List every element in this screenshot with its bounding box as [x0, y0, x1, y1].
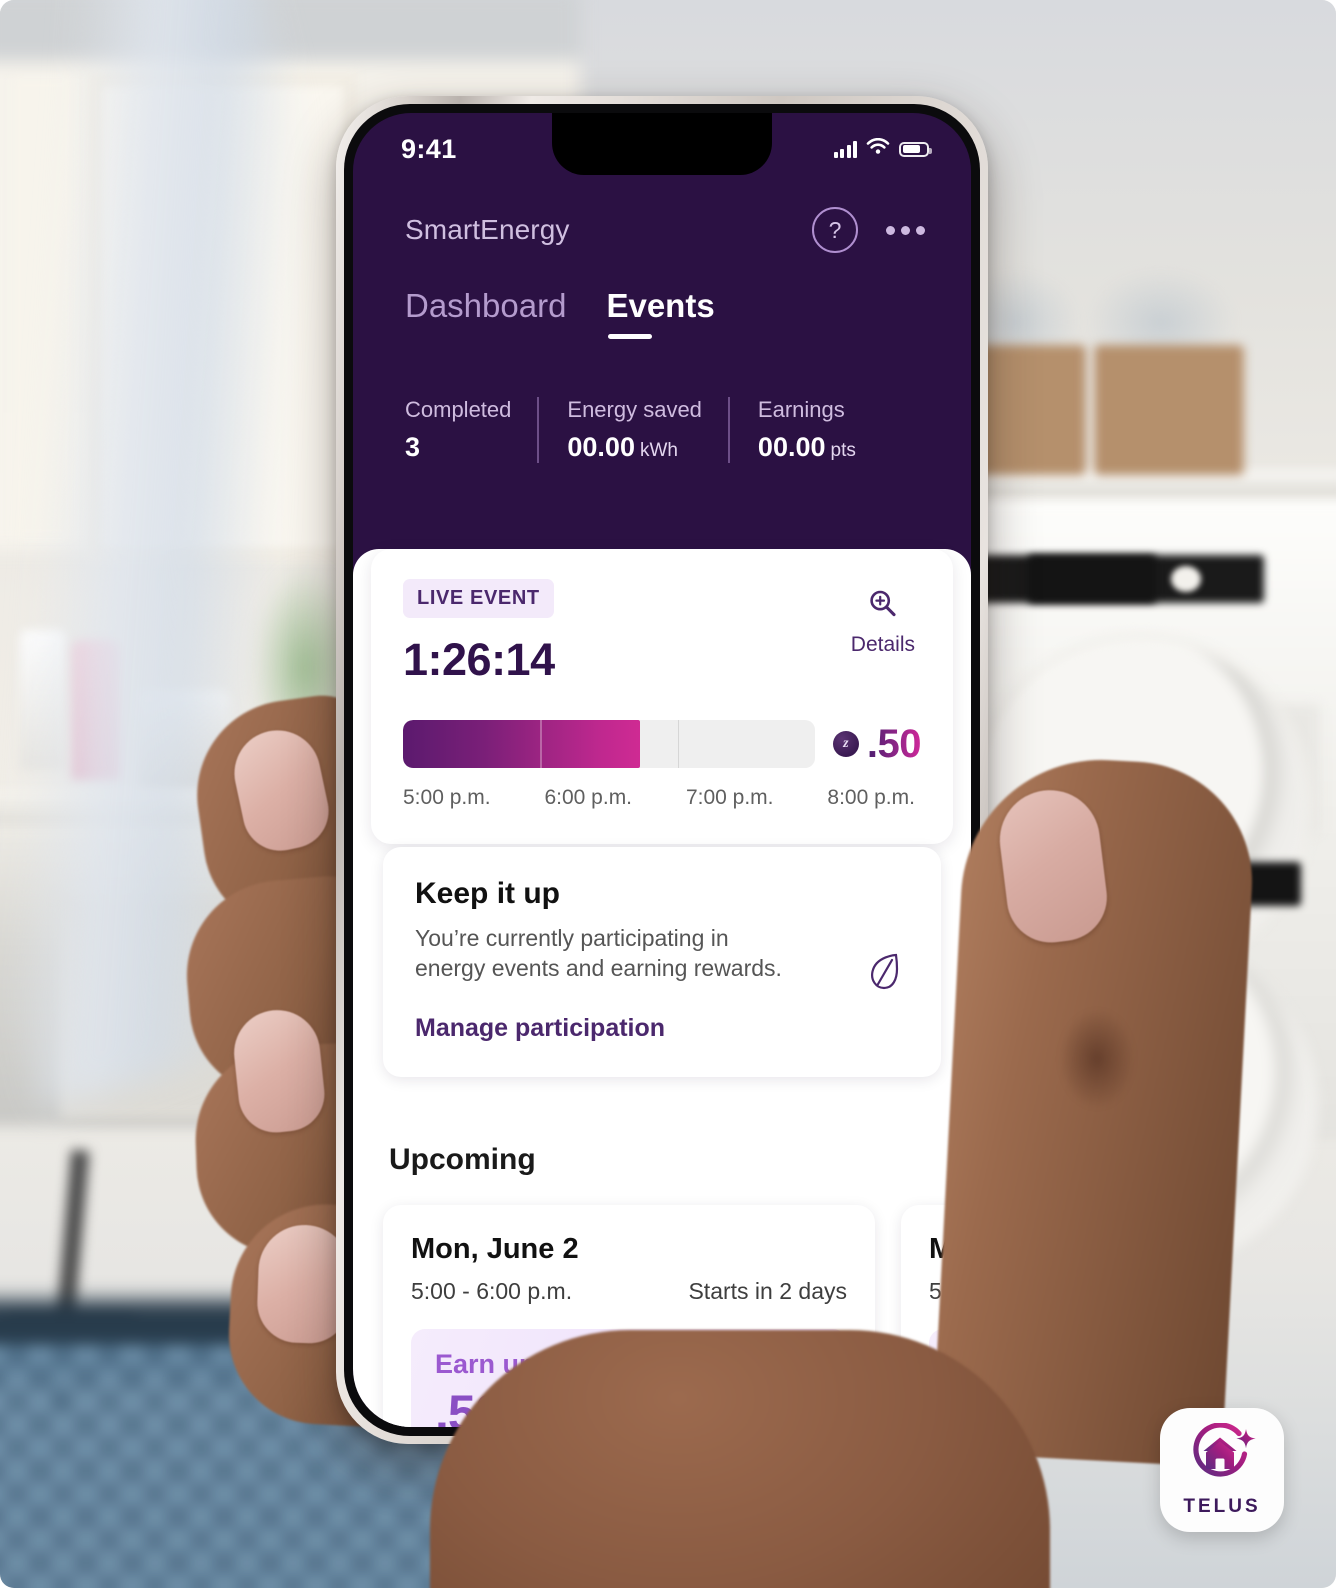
telus-smart-home-icon [1184, 1421, 1260, 1492]
event-progress-row: z .50 [403, 720, 922, 768]
stat-energy-saved-unit: kWh [639, 440, 678, 461]
manage-participation-link[interactable]: Manage participation [415, 1014, 795, 1043]
stat-completed-value: 3 [405, 432, 421, 462]
upcoming-heading: Upcoming [389, 1143, 536, 1176]
event-progress-bar[interactable] [403, 720, 815, 768]
stat-earnings-unit: pts [830, 440, 856, 461]
cellular-bars-icon [833, 140, 857, 158]
upcoming-event-starts-in: Starts in 2 days [688, 1278, 847, 1304]
earn-value: .50 [435, 1385, 503, 1427]
stat-completed-label: Completed [405, 397, 512, 422]
smartphone-device: 9:41 SmartEnergy ? Dashboard Events Comp… [336, 96, 988, 1444]
telus-wordmark: TELUS [1183, 1495, 1261, 1517]
arrow-up-right-icon [729, 1361, 827, 1427]
stat-energy-saved: Energy saved 00.00 kWh [537, 397, 728, 463]
photo-scene: 9:41 SmartEnergy ? Dashboard Events Comp… [0, 0, 1336, 1588]
progress-time-labels: 5:00 p.m. 6:00 p.m. 7:00 p.m. 8:00 p.m. [403, 786, 921, 810]
upcoming-event-date: Mon, June 2 [411, 1233, 579, 1265]
upcoming-event-time: 5:00 - 6:00 p.m. [929, 1278, 971, 1304]
telus-logo-badge: TELUS [1160, 1408, 1284, 1532]
time-label: 5:00 p.m. [403, 786, 491, 809]
status-badge: LIVE EVENT [403, 579, 554, 618]
upcoming-event-time: 5:00 - 6:00 p.m. [411, 1278, 573, 1304]
battery-icon [899, 141, 932, 157]
tab-dashboard[interactable]: Dashboard [405, 287, 566, 339]
time-label: 8:00 p.m. [827, 786, 915, 809]
stat-earnings: Earnings 00.00 pts [727, 397, 882, 463]
details-button[interactable]: Details [851, 587, 915, 657]
countdown-timer: 1:26:14 [403, 634, 555, 685]
event-progress-fill [403, 720, 640, 768]
leaf-icon [865, 949, 905, 998]
upcoming-event-date: Mon, June 9 [929, 1233, 971, 1265]
stat-earnings-label: Earnings [757, 397, 845, 422]
points-coin-icon: z [832, 731, 859, 757]
app-header: SmartEnergy ? [353, 179, 971, 253]
phone-screen: 9:41 SmartEnergy ? Dashboard Events Comp… [353, 113, 971, 1427]
stat-completed: Completed 3 [405, 397, 537, 463]
stat-energy-saved-value: 00.00 [567, 432, 635, 462]
ellipsis-icon[interactable] [884, 220, 927, 241]
earn-value: .50 [953, 1385, 971, 1427]
sparkle-icon [661, 1416, 667, 1427]
time-label: 7:00 p.m. [685, 786, 774, 809]
upcoming-event-card[interactable]: Mon, June 2 5:00 - 6:00 p.m. Starts in 2… [383, 1205, 875, 1427]
points-coin-icon: z [515, 1394, 554, 1427]
stat-energy-saved-label: Energy saved [567, 397, 702, 422]
time-label: 6:00 p.m. [544, 786, 633, 809]
help-icon[interactable]: ? [812, 207, 858, 253]
keep-it-up-card: Keep it up You’re currently participatin… [383, 847, 941, 1077]
summary-stats: Completed 3 Energy saved 00.00 kWh Earnin… [353, 339, 971, 463]
keep-it-up-title: Keep it up [415, 877, 561, 910]
status-bar-clock: 9:41 [401, 133, 457, 164]
tab-bar: Dashboard Events [353, 253, 971, 339]
tab-events[interactable]: Events [606, 287, 715, 339]
wifi-icon [866, 137, 890, 161]
details-label: Details [850, 633, 915, 656]
status-bar: 9:41 [353, 113, 971, 179]
magnifier-plus-icon [866, 587, 900, 626]
keep-it-up-body: You’re currently participating in energy… [415, 925, 782, 982]
stat-earnings-value: 00.00 [757, 432, 826, 462]
question-mark-glyph: ? [828, 216, 842, 243]
event-points: z .50 [832, 721, 922, 767]
earn-banner: Earn up to .50 z [929, 1329, 971, 1427]
earn-label: Earn up to [953, 1349, 971, 1379]
app-title: SmartEnergy [405, 214, 570, 245]
earn-banner: Earn up to .50 z [411, 1329, 847, 1427]
content-sheet: LIVE EVENT 1:26:14 Details z .50 5:00 p.… [353, 549, 971, 1427]
upcoming-event-card[interactable]: Mon, June 9 5:00 - 6:00 p.m. Starts in 9… [901, 1205, 971, 1427]
live-event-card[interactable]: LIVE EVENT 1:26:14 Details z .50 5:00 p.… [371, 549, 953, 844]
event-points-value: .50 [866, 721, 922, 766]
